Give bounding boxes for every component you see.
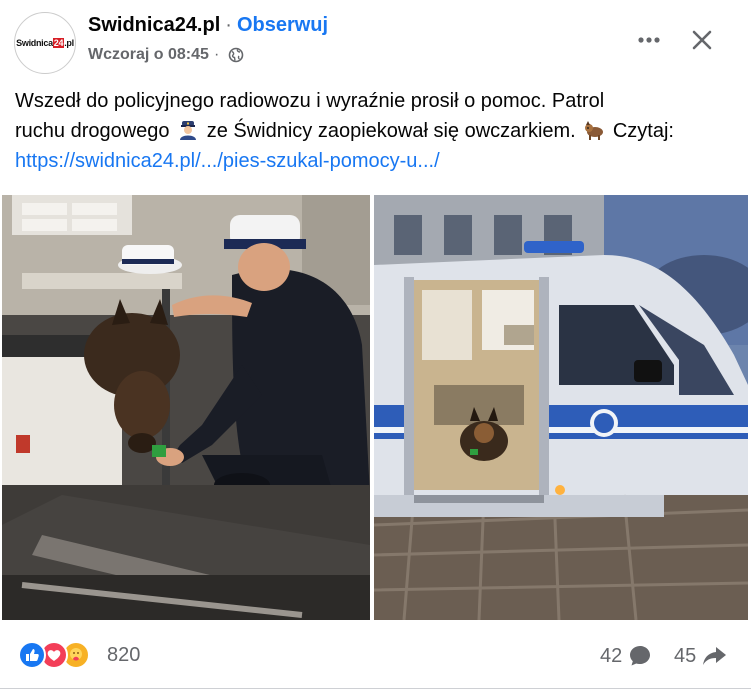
dog-emoji <box>585 121 604 140</box>
police-officer-emoji <box>180 121 197 140</box>
post-text-line2c: Czytaj: <box>612 120 674 142</box>
facebook-post: Swidnica 24 .pl Swidnica24.pl · Obserwuj W… <box>0 0 751 692</box>
timestamp[interactable]: Wczoraj o 08:45 <box>88 46 209 64</box>
post-text-line1: Wszedł do policyjnego radiowozu i wyraźn… <box>15 90 605 112</box>
meta-separator: · <box>213 46 220 63</box>
post-text: Wszedł do policyjnego radiowozu i wyraźn… <box>15 86 740 176</box>
shares-count: 45 <box>674 644 697 667</box>
photo-grid <box>0 195 751 620</box>
close-button[interactable] <box>684 22 720 58</box>
avatar[interactable]: Swidnica 24 .pl <box>14 12 76 74</box>
reactions-bar: 820 42 45 <box>0 636 751 676</box>
photo-officer-feeding-dog[interactable] <box>2 195 370 620</box>
like-icon <box>18 641 46 669</box>
separator: · <box>225 14 232 36</box>
page-name-row: Swidnica24.pl · Obserwuj <box>88 14 328 37</box>
post-text-line2b: ze Świdnicy zaopiekował się owczarkiem. <box>206 120 576 142</box>
page-name[interactable]: Swidnica24.pl <box>88 14 220 37</box>
photo-police-van-with-dog[interactable] <box>374 195 748 620</box>
comments-count-button[interactable]: 42 <box>600 644 652 668</box>
share-icon <box>703 647 727 665</box>
comments-count: 42 <box>600 644 623 667</box>
comment-icon <box>630 646 651 666</box>
more-dots-icon <box>638 37 660 43</box>
globe-icon[interactable] <box>228 47 244 63</box>
close-icon <box>692 30 712 50</box>
more-options-button[interactable] <box>631 22 667 58</box>
article-link[interactable]: https://swidnica24.pl/.../pies-szukal-po… <box>15 150 440 172</box>
post-text-line2a: ruchu drogowego <box>15 120 170 142</box>
divider <box>0 688 751 689</box>
reaction-icons[interactable] <box>18 641 90 669</box>
reaction-count[interactable]: 820 <box>107 644 140 667</box>
follow-button[interactable]: Obserwuj <box>237 14 328 37</box>
page-logo: Swidnica 24 .pl <box>16 38 74 48</box>
post-meta: Wczoraj o 08:45 · <box>88 46 244 64</box>
shares-count-button[interactable]: 45 <box>674 644 728 668</box>
post-header: Swidnica 24 .pl Swidnica24.pl · Obserwuj W… <box>0 0 751 78</box>
